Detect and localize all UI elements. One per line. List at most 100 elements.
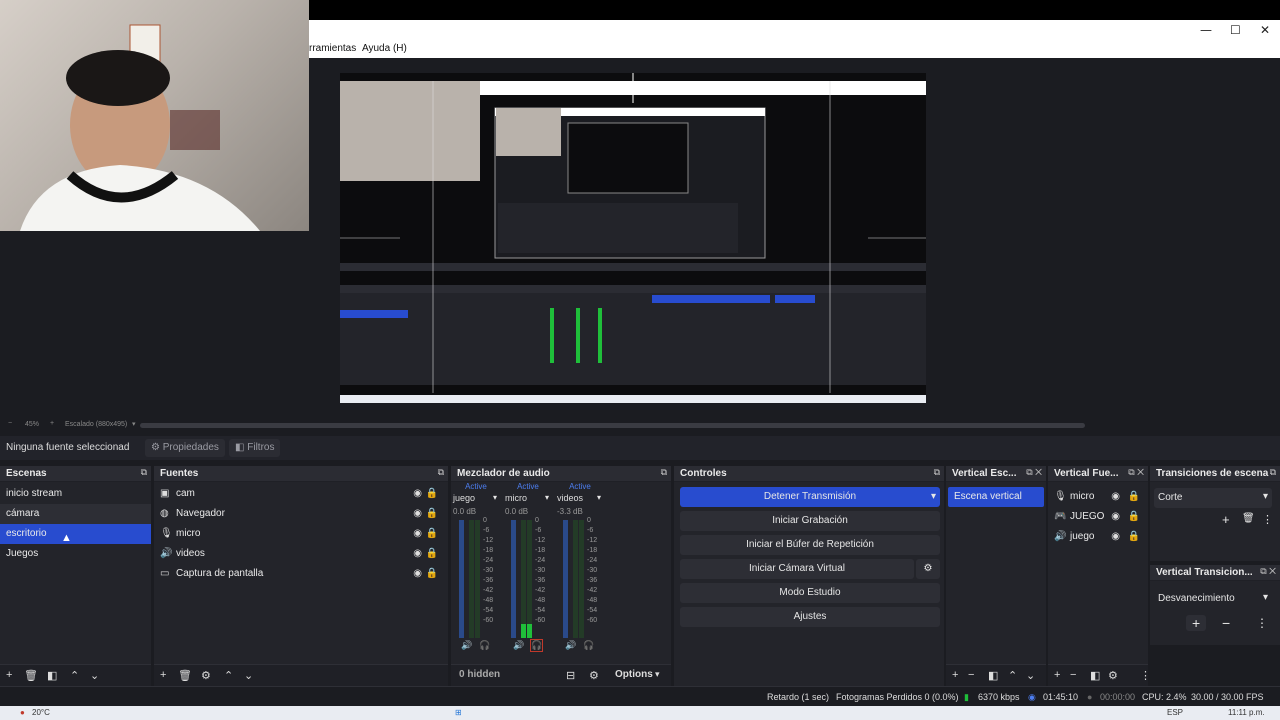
speaker-icon[interactable]: 🔊	[461, 640, 472, 651]
arrow-up-icon[interactable]: ⌃	[70, 669, 79, 682]
lock-icon[interactable]: 🔒	[426, 544, 438, 564]
eye-icon[interactable]: ◉	[413, 544, 422, 564]
minimize-icon[interactable]: —	[1200, 23, 1212, 37]
chevron-down-icon[interactable]: ▾	[545, 493, 549, 502]
chevron-down-icon[interactable]: ▾	[132, 420, 136, 428]
link-gear-icon[interactable]: ⚙	[589, 669, 599, 682]
options-button[interactable]: Options	[615, 669, 653, 680]
undock-icon[interactable]: ⧉	[934, 467, 940, 478]
maximize-icon[interactable]: ☐	[1230, 23, 1241, 37]
hidden-count[interactable]: 0 hidden	[459, 669, 500, 680]
add-icon[interactable]: +	[6, 669, 12, 681]
minus-icon[interactable]: −	[1070, 669, 1076, 681]
headphones-icon[interactable]: 🎧	[583, 640, 594, 651]
more-icon[interactable]: ⋮	[1262, 513, 1273, 526]
replay-buffer-button[interactable]: Iniciar el Búfer de Repetición	[680, 535, 940, 555]
dock-controls-icon[interactable]: ⧉ ✕	[1026, 467, 1042, 478]
dock-controls-icon[interactable]: ⧉ ✕	[1260, 566, 1276, 577]
scene-item[interactable]: inicio stream	[0, 484, 151, 504]
virtual-camera-settings-button[interactable]: ⚙	[916, 559, 940, 579]
undock-icon[interactable]: ⧉	[141, 467, 147, 478]
arrow-down-icon[interactable]: ⌄	[1026, 669, 1035, 682]
undock-icon[interactable]: ⧉	[1270, 467, 1276, 478]
language-indicator[interactable]: ESP	[1167, 708, 1183, 717]
chevron-down-icon[interactable]: ▾	[931, 487, 936, 507]
lock-icon[interactable]: 🔒	[426, 484, 438, 504]
arrow-up-icon[interactable]: ⌃	[224, 669, 233, 682]
gear-icon[interactable]: ⚙	[1108, 669, 1118, 682]
start-recording-button[interactable]: Iniciar Grabación	[680, 511, 940, 531]
chevron-down-icon[interactable]: ▾	[655, 669, 660, 680]
clock[interactable]: 11:11 p.m.	[1228, 708, 1265, 717]
headphones-icon[interactable]: 🎧	[529, 639, 544, 652]
lock-icon[interactable]: 🔒	[1128, 487, 1140, 507]
zoom-in-icon[interactable]: +	[50, 420, 54, 427]
add-icon[interactable]: +	[160, 669, 166, 681]
arrow-up-icon[interactable]: ⌃	[1008, 669, 1017, 682]
close-icon[interactable]: ✕	[1260, 23, 1270, 37]
eye-icon[interactable]: ◉	[1111, 487, 1120, 507]
filter-icon[interactable]: ◧	[988, 669, 998, 682]
volume-slider[interactable]	[511, 520, 516, 638]
source-item[interactable]: ◍ Navegador ◉ 🔒	[154, 504, 448, 524]
source-item[interactable]: 🎮 JUEGO ◉ 🔒	[1048, 507, 1148, 527]
trash-icon[interactable]: 🗑	[178, 669, 192, 682]
lock-icon[interactable]: 🔒	[426, 524, 438, 544]
layout-icon[interactable]: ⊟	[566, 669, 575, 682]
arrow-down-icon[interactable]: ⌄	[90, 669, 99, 682]
virtual-camera-button[interactable]: Iniciar Cámara Virtual	[680, 559, 914, 579]
minus-icon[interactable]: −	[1222, 615, 1230, 631]
more-icon[interactable]: ⋮	[1256, 616, 1268, 630]
source-item[interactable]: 🎙 micro ◉ 🔒	[1048, 487, 1148, 507]
eye-icon[interactable]: ◉	[413, 564, 422, 584]
start-icon[interactable]: ⊞	[455, 708, 462, 717]
undock-icon[interactable]: ⧉	[661, 467, 667, 478]
eye-icon[interactable]: ◉	[1111, 527, 1120, 547]
add-icon[interactable]: +	[1054, 669, 1060, 681]
minus-icon[interactable]: −	[968, 669, 974, 681]
eye-icon[interactable]: ◉	[413, 504, 422, 524]
source-item[interactable]: 🔊 juego ◉ 🔒	[1048, 527, 1148, 547]
add-icon[interactable]: +	[1222, 512, 1230, 527]
lock-icon[interactable]: 🔒	[426, 564, 438, 584]
eye-icon[interactable]: ◉	[1111, 507, 1120, 527]
speaker-icon[interactable]: 🔊	[565, 640, 576, 651]
menu-tools[interactable]: rramientas	[309, 43, 356, 54]
vertical-scene-item[interactable]: Escena vertical	[948, 487, 1044, 507]
lock-icon[interactable]: 🔒	[1128, 507, 1140, 527]
eye-icon[interactable]: ◉	[413, 524, 422, 544]
speaker-icon[interactable]: 🔊	[513, 640, 524, 651]
filters-button[interactable]: ◧ Filtros	[229, 439, 281, 457]
headphones-icon[interactable]: 🎧	[479, 640, 490, 651]
source-item[interactable]: 🔊 videos ◉ 🔒	[154, 544, 448, 564]
arrow-down-icon[interactable]: ⌄	[244, 669, 253, 682]
volume-slider[interactable]	[563, 520, 568, 638]
chevron-down-icon[interactable]: ▾	[493, 493, 497, 502]
studio-mode-button[interactable]: Modo Estudio	[680, 583, 940, 603]
dock-controls-icon[interactable]: ⧉ ✕	[1128, 467, 1144, 478]
trash-icon[interactable]: 🗑	[1242, 513, 1255, 524]
source-item[interactable]: ▣ cam ◉ 🔒	[154, 484, 448, 504]
stop-stream-button[interactable]: Detener Transmisión ▾	[680, 487, 940, 507]
source-item[interactable]: 🎙 micro ◉ 🔒	[154, 524, 448, 544]
add-icon[interactable]: +	[952, 669, 958, 681]
chevron-down-icon[interactable]: ▾	[597, 493, 601, 502]
vertical-transition-select[interactable]: Desvanecimiento ▾	[1154, 589, 1272, 609]
lock-icon[interactable]: 🔒	[1128, 527, 1140, 547]
zoom-out-icon[interactable]: −	[8, 420, 12, 427]
preview-canvas[interactable]	[340, 73, 926, 403]
filter-icon[interactable]: ◧	[47, 669, 57, 682]
scene-item-selected[interactable]: escritorio	[0, 524, 151, 544]
scene-item[interactable]: cámara	[0, 504, 151, 524]
trash-icon[interactable]: 🗑	[24, 669, 38, 682]
eye-icon[interactable]: ◉	[413, 484, 422, 504]
more-icon[interactable]: ⋮	[1140, 669, 1151, 682]
lock-icon[interactable]: 🔒	[426, 504, 438, 524]
undock-icon[interactable]: ⧉	[438, 467, 444, 478]
settings-button[interactable]: Ajustes	[680, 607, 940, 627]
filter-icon[interactable]: ◧	[1090, 669, 1100, 682]
add-icon[interactable]: +	[1186, 615, 1207, 631]
menu-help[interactable]: Ayuda (H)	[362, 43, 407, 54]
source-item[interactable]: ▭ Captura de pantalla ◉ 🔒	[154, 564, 448, 584]
volume-slider[interactable]	[459, 520, 464, 638]
